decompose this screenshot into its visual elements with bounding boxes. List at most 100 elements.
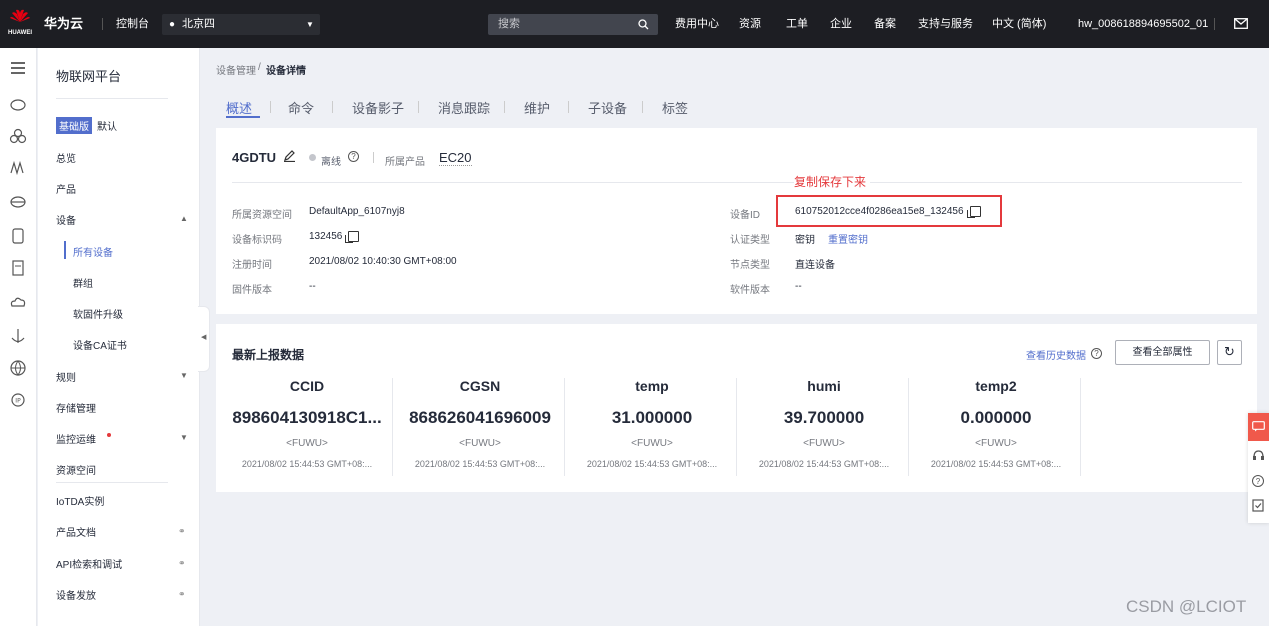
- help-icon[interactable]: ?: [1091, 348, 1102, 359]
- divider: [102, 18, 103, 30]
- reset-secret-link[interactable]: 重置密钥: [828, 231, 868, 246]
- database-icon[interactable]: [8, 192, 28, 212]
- metric-service: <FUWU>: [286, 438, 328, 449]
- external-link-icon[interactable]: ⚭: [178, 589, 186, 600]
- device-id-value: 610752012cce4f0286ea15e8_132456: [795, 206, 981, 218]
- nav-iotda-instances[interactable]: IoTDA实例: [56, 493, 104, 508]
- cloud-icon[interactable]: [8, 94, 28, 114]
- metric-value: 31.000000: [611, 408, 693, 427]
- divider: [232, 182, 1242, 183]
- console-link[interactable]: 控制台: [116, 0, 149, 48]
- collapse-sidebar-handle[interactable]: ◀: [198, 306, 210, 372]
- search-input[interactable]: 搜索: [488, 14, 658, 35]
- headset-icon[interactable]: [1252, 449, 1265, 462]
- icp-link[interactable]: 备案: [874, 0, 896, 48]
- annotation-text: 复制保存下来: [794, 173, 871, 190]
- nav-products[interactable]: 产品: [56, 181, 76, 196]
- auth-type-value: 密钥: [795, 235, 815, 246]
- metric-value: 898604130918C1...: [232, 408, 382, 427]
- nav-product-docs[interactable]: 产品文档: [56, 524, 96, 539]
- nav-devices[interactable]: 设备: [56, 212, 76, 227]
- view-all-properties-button[interactable]: 查看全部属性: [1115, 340, 1210, 365]
- nav-storage[interactable]: 存储管理: [56, 400, 96, 415]
- billing-link[interactable]: 费用中心: [675, 0, 719, 48]
- tab-message-trace[interactable]: 消息跟踪: [438, 98, 490, 117]
- history-data-link[interactable]: 查看历史数据: [1026, 347, 1086, 362]
- copy-icon[interactable]: [966, 206, 981, 218]
- nav-api-explorer[interactable]: API检索和调试: [56, 556, 122, 571]
- brand-name[interactable]: 华为云: [44, 0, 83, 48]
- region-label: 北京四: [182, 18, 215, 30]
- tab-overview[interactable]: 概述: [226, 98, 252, 117]
- help-icon[interactable]: ?: [1252, 475, 1264, 487]
- globe-icon[interactable]: [8, 358, 28, 378]
- tab-device-shadow[interactable]: 设备影子: [352, 98, 404, 117]
- nav-rules[interactable]: 规则: [56, 369, 76, 384]
- nav-device-provisioning[interactable]: 设备发放: [56, 587, 96, 602]
- edit-icon[interactable]: [283, 149, 296, 162]
- node-id-value: 132456: [309, 231, 360, 243]
- ip-icon[interactable]: IP: [8, 390, 28, 410]
- chat-button[interactable]: [1248, 413, 1269, 441]
- metric-value: 868626041696009: [409, 408, 551, 427]
- chevron-up-icon[interactable]: ▲: [180, 214, 188, 223]
- metric-value: 0.000000: [960, 408, 1032, 427]
- breadcrumb-current: 设备详情: [266, 66, 306, 77]
- nav-firmware-upgrade[interactable]: 软固件升级: [73, 306, 123, 321]
- cluster-icon[interactable]: [8, 126, 28, 146]
- tab-maintenance[interactable]: 维护: [524, 98, 550, 117]
- user-account[interactable]: hw_008618894695502_01: [1078, 0, 1208, 48]
- divider: [1214, 18, 1215, 30]
- device-icon[interactable]: [8, 226, 28, 246]
- help-icon[interactable]: ?: [348, 151, 359, 162]
- resources-link[interactable]: 资源: [739, 0, 761, 48]
- region-selector[interactable]: ● 北京四 ▼: [162, 14, 320, 35]
- node-type-label: 节点类型: [730, 260, 770, 271]
- language-selector[interactable]: 中文 (简体): [992, 0, 1046, 48]
- notification-dot: [107, 433, 111, 437]
- huawei-logo[interactable]: HUAWEI: [8, 9, 32, 39]
- node-type-value: 直连设备: [795, 260, 835, 271]
- refresh-icon[interactable]: ↻: [1217, 340, 1242, 365]
- nav-all-devices[interactable]: 所有设备: [73, 244, 113, 259]
- chevron-down-icon[interactable]: ▼: [180, 433, 188, 442]
- tab-tags[interactable]: 标签: [662, 98, 688, 117]
- register-time-value: 2021/08/02 10:40:30 GMT+08:00: [309, 256, 457, 267]
- divider: [392, 378, 393, 476]
- document-icon[interactable]: [8, 258, 28, 278]
- svg-text:IP: IP: [15, 398, 21, 405]
- tab-commands[interactable]: 命令: [288, 98, 314, 117]
- wave-icon[interactable]: [8, 158, 28, 178]
- search-placeholder: 搜索: [498, 18, 520, 30]
- metric-time: 2021/08/02 15:44:53 GMT+08:...: [414, 459, 546, 469]
- nav-monitoring[interactable]: 监控运维: [56, 431, 96, 446]
- watermark: CSDN @LCIOT: [1126, 597, 1247, 616]
- chevron-down-icon[interactable]: ▼: [180, 371, 188, 380]
- breadcrumb-parent[interactable]: 设备管理: [216, 62, 256, 77]
- feedback-icon[interactable]: [1252, 499, 1265, 512]
- menu-icon[interactable]: [8, 58, 28, 78]
- metric-service: <FUWU>: [803, 438, 845, 449]
- metric-service: <FUWU>: [975, 438, 1017, 449]
- nav-groups[interactable]: 群组: [73, 275, 93, 290]
- tickets-link[interactable]: 工单: [786, 0, 808, 48]
- anchor-icon[interactable]: [8, 326, 28, 346]
- breadcrumb-separator: /: [258, 62, 261, 73]
- location-pin-icon: ●: [169, 19, 176, 30]
- nav-overview[interactable]: 总览: [56, 150, 76, 165]
- tab-child-devices[interactable]: 子设备: [588, 98, 627, 117]
- node-id-text: 132456: [309, 231, 343, 243]
- nav-resource-space[interactable]: 资源空间: [56, 462, 96, 477]
- external-link-icon[interactable]: ⚭: [178, 558, 186, 569]
- product-link[interactable]: EC20: [439, 150, 472, 166]
- latest-data-title: 最新上报数据: [232, 348, 305, 362]
- mail-icon[interactable]: [1234, 18, 1248, 29]
- copy-icon[interactable]: [345, 231, 360, 243]
- edition-badge: 基础版: [56, 117, 92, 134]
- enterprise-link[interactable]: 企业: [830, 0, 852, 48]
- search-icon[interactable]: [638, 19, 649, 30]
- external-link-icon[interactable]: ⚭: [178, 526, 186, 537]
- nav-ca-certificates[interactable]: 设备CA证书: [73, 337, 127, 352]
- cloud-storage-icon[interactable]: [8, 292, 28, 312]
- support-link[interactable]: 支持与服务: [918, 0, 973, 48]
